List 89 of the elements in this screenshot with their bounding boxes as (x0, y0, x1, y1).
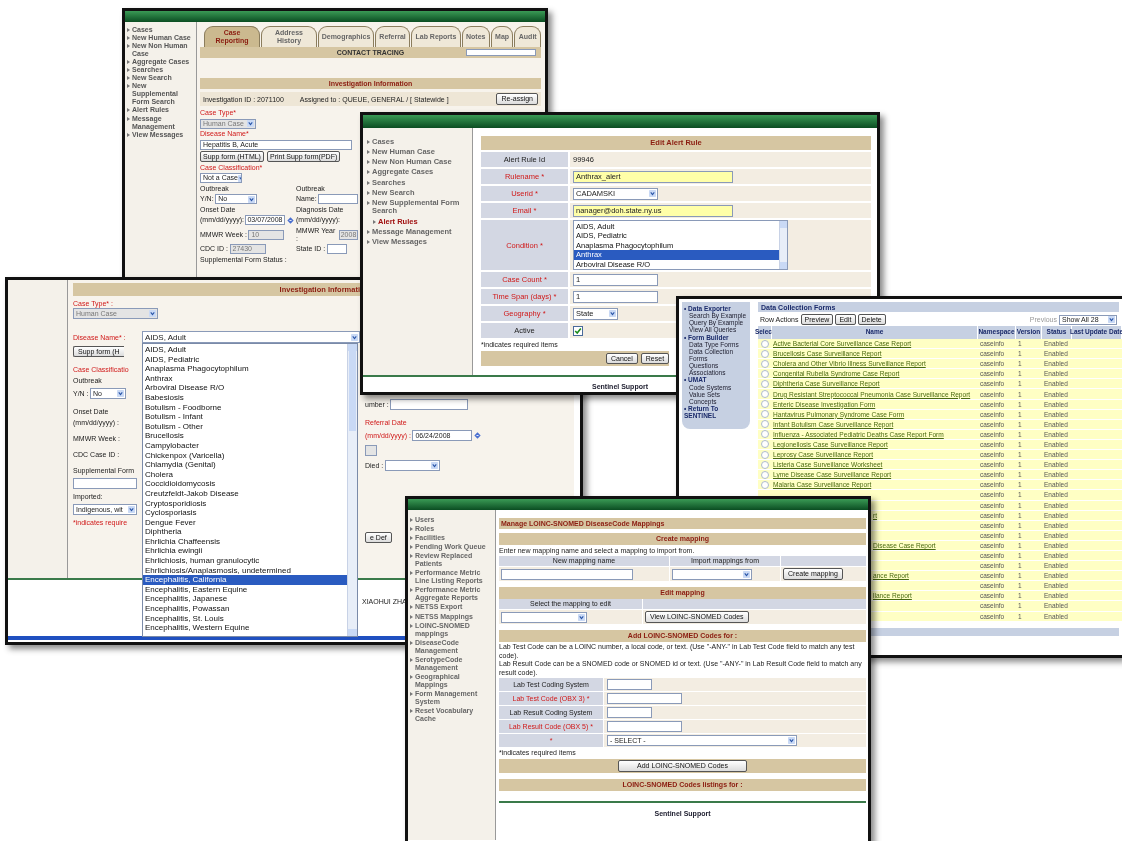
list-option[interactable]: Brucellosis (143, 431, 347, 441)
radio-button[interactable] (761, 369, 769, 378)
triangle-icon (410, 691, 413, 696)
chevron-down-icon (743, 570, 750, 578)
radio-button[interactable] (761, 480, 769, 489)
radio-button[interactable] (761, 440, 769, 449)
radio-button[interactable] (761, 390, 769, 398)
list-option[interactable]: Ehrlichia ewingii (143, 546, 347, 557)
input-field[interactable] (390, 399, 469, 410)
radio-button[interactable] (761, 359, 769, 368)
radio-button[interactable] (761, 430, 769, 439)
chevron-down-icon (1108, 316, 1115, 323)
input-field[interactable] (466, 49, 536, 56)
radio-button[interactable] (761, 410, 769, 419)
dropdown-list[interactable] (142, 343, 358, 637)
triangle-icon (410, 657, 413, 662)
list-option[interactable]: Ehrlichiosis, human granulocytic (143, 556, 347, 566)
chevron-down-icon (149, 310, 156, 317)
list-option[interactable]: Coccidioidomycosis (143, 479, 347, 489)
list-option[interactable]: Babesiosis (143, 392, 347, 403)
chevron-down-icon (128, 506, 135, 514)
list-option[interactable]: AIDS, Pediatric (143, 354, 347, 365)
list-option[interactable]: Encephalitis, Western Equine (143, 623, 347, 633)
list-option[interactable]: Encephalitis, Powassan (143, 604, 347, 614)
radio-button[interactable] (761, 470, 769, 479)
list-option[interactable]: Chickenpox (Varicella) (143, 450, 347, 461)
list-option[interactable]: Diphtheria (143, 527, 347, 537)
list-option[interactable]: Arboviral Disease R/O (143, 383, 347, 393)
list-option[interactable]: Anthrax (143, 373, 347, 384)
list-option[interactable]: Encephalitis, St. Louis (143, 613, 347, 624)
radio-button[interactable] (761, 420, 769, 429)
calendar-icon (286, 216, 294, 224)
checkbox[interactable] (573, 325, 583, 336)
input-field[interactable] (607, 707, 652, 718)
scrollbar[interactable] (347, 344, 357, 636)
list-option[interactable]: Ehrlichia Chaffeensis (143, 536, 347, 547)
chevron-down-icon (247, 120, 254, 127)
list-option[interactable]: Botulism - Infant (143, 412, 347, 422)
radio-button[interactable] (761, 450, 769, 459)
list-option[interactable]: Cryptosporidiosis (143, 498, 347, 509)
list-option[interactable]: Ehrlichiosis/Anaplasmosis, undetermined (143, 565, 347, 576)
chevron-down-icon (578, 613, 585, 621)
triangle-icon (410, 709, 413, 714)
radio-button[interactable] (761, 379, 769, 388)
chevron-down-icon (649, 190, 656, 197)
triangle-icon (127, 132, 130, 137)
input-field[interactable] (607, 721, 682, 732)
dropdown[interactable]: AIDS, Adult (142, 331, 360, 343)
triangle-icon (410, 518, 413, 522)
calendar-icon (473, 432, 481, 439)
list-option[interactable]: Botulism - Other (143, 421, 347, 432)
input-field[interactable] (73, 478, 137, 490)
list-option[interactable]: Cholera (143, 469, 347, 480)
radio-button[interactable] (761, 349, 769, 358)
list-option[interactable]: Creutzfeldt-Jakob Disease (143, 488, 347, 499)
list-option[interactable]: Botulism - Foodborne (143, 402, 347, 413)
input-field[interactable] (501, 568, 633, 580)
triangle-icon (410, 588, 413, 593)
dropdown[interactable] (384, 460, 440, 471)
list-option[interactable]: Encephalitis, California (143, 575, 347, 585)
dropdown[interactable] (501, 611, 587, 623)
chevron-down-icon (248, 195, 256, 203)
list-option[interactable]: Cyclosporiasis (143, 508, 347, 518)
triangle-icon (410, 674, 413, 679)
list-option[interactable]: AIDS, Adult (143, 345, 347, 355)
chevron-down-icon (609, 310, 616, 317)
triangle-icon (367, 140, 370, 144)
chevron-down-icon (351, 333, 358, 341)
list-option[interactable]: Chlamydia (Genital) (143, 460, 347, 470)
triangle-icon (410, 571, 413, 576)
list-option[interactable]: Campylobacter (143, 440, 347, 451)
scrollbar[interactable] (779, 221, 787, 269)
radio-button[interactable] (761, 460, 769, 469)
chevron-down-icon (117, 390, 125, 398)
list-option[interactable]: Anaplasma Phagocytophilum (143, 364, 347, 374)
radio-button[interactable] (761, 339, 769, 348)
list-option[interactable]: Dengue Fever (143, 517, 347, 528)
chevron-down-icon (788, 737, 795, 744)
list-option[interactable]: Encephalitis, Japanese (143, 594, 347, 605)
input-field[interactable] (607, 693, 682, 704)
radio-button[interactable] (761, 400, 769, 409)
input-field[interactable] (326, 244, 347, 255)
chevron-down-icon (430, 462, 438, 469)
input-field[interactable] (607, 679, 652, 690)
input-field[interactable] (318, 194, 358, 205)
triangle-icon (410, 640, 413, 645)
dropdown[interactable] (672, 568, 752, 580)
list-option[interactable]: Encephalitis, Eastern Equine (143, 584, 347, 595)
input-field[interactable] (365, 445, 377, 456)
